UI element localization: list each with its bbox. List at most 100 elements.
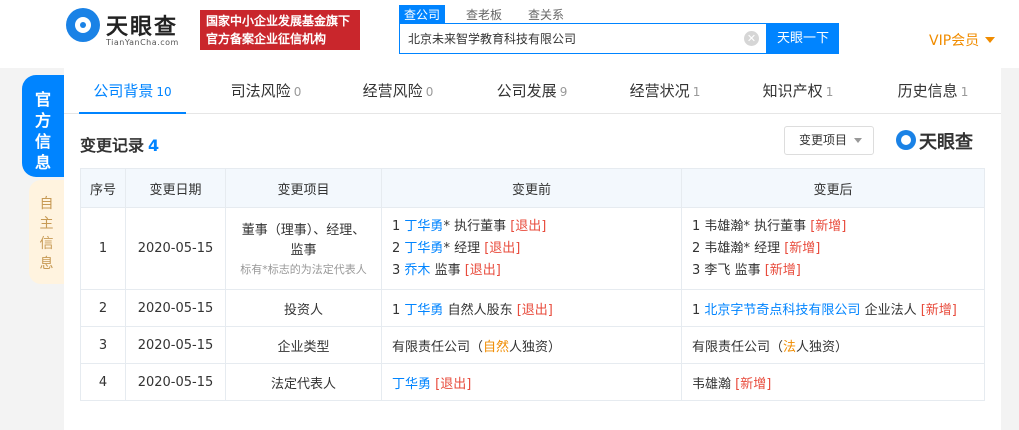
tab-count: 10 (156, 85, 172, 99)
entry-role: * 经理 (743, 240, 781, 256)
section-title-text: 变更记录 (80, 136, 145, 155)
new-tag: [新增] (764, 262, 801, 278)
company-link[interactable]: 北京字节奇点科技有限公司 (704, 303, 860, 318)
table-row: 2 2020-05-15 投资人 1 丁华勇 自然人股东 [退出] 1 北京字节… (80, 289, 985, 327)
search-input[interactable] (408, 24, 738, 53)
change-date: 2020-05-15 (125, 207, 226, 290)
change-item: 董事（理事）、经理、监事 标有*标志的为法定代表人 (225, 207, 382, 290)
tab-history-info[interactable]: 历史信息 1 (865, 68, 1001, 114)
main-content: 公司背景 10 司法风险 0 经营风险 0 公司发展 9 经营状况 1 知识产权 1 历史信… (64, 68, 1001, 430)
tab-intellectual-property[interactable]: 知识产权 1 (731, 68, 865, 114)
person-link[interactable]: 丁华勇 (392, 377, 431, 392)
after-cell: 1 北京字节奇点科技有限公司 企业法人 [新增] (681, 289, 985, 327)
new-tag: [新增] (810, 218, 847, 234)
banner-line-2: 官方备案企业征信机构 (206, 32, 327, 46)
tab-label: 司法风险 (230, 82, 291, 100)
logo-domain: TianYanCha.com (106, 38, 179, 47)
search-box: ✕ (399, 23, 767, 54)
row-number: 2 (80, 289, 126, 327)
search-tab-relation[interactable]: 查关系 (523, 5, 569, 24)
change-record-table: 序号 变更日期 变更项目 变更前 变更后 1 2020-05-15 董事（理事）… (80, 168, 985, 401)
tab-count: 0 (293, 85, 302, 99)
entry-index: 1 (392, 218, 401, 234)
row-number: 1 (80, 207, 126, 290)
entry-index: 3 (392, 262, 401, 278)
vip-label: VIP会员 (929, 33, 980, 49)
after-entry: 1 韦雄瀚* 执行董事 [新增] (692, 216, 974, 238)
tab-label: 经营风险 (362, 82, 423, 100)
diff-highlight: 法 (783, 339, 797, 355)
section-title: 变更记录 4 (80, 132, 159, 156)
person-link[interactable]: 乔木 (404, 263, 430, 278)
caret-down-icon (985, 37, 996, 43)
side-tab-official-info[interactable]: 官方信息 (22, 75, 64, 177)
after-cell: 韦雄瀚 [新增] (681, 363, 985, 401)
after-entry: 3 李飞 监事 [新增] (692, 260, 974, 282)
exit-tag: [退出] (516, 302, 553, 318)
new-tag: [新增] (784, 240, 821, 256)
exit-tag: [退出] (484, 240, 521, 256)
exit-tag: [退出] (435, 376, 472, 392)
side-tab-self-label: 自主信息 (39, 196, 54, 272)
table-header-row: 序号 变更日期 变更项目 变更前 变更后 (80, 168, 985, 208)
side-tab-official-label: 官方信息 (34, 90, 51, 172)
banner-line-1: 国家中小企业发展基金旗下 (206, 14, 351, 28)
exit-tag: [退出] (510, 218, 547, 234)
value-text: 有限责任公司（ (692, 339, 784, 355)
header-cell: 变更项目 (225, 168, 382, 208)
change-item-text: 董事（理事）、经理、监事 (241, 222, 366, 258)
change-item: 法定代表人 (225, 363, 382, 401)
person-name: 韦雄瀚 (704, 240, 744, 256)
change-item-note: 标有*标志的为法定代表人 (240, 262, 367, 276)
side-tab-self-info[interactable]: 自主信息 (29, 180, 64, 284)
search-type-tabs: 查公司 查老板 查关系 (399, 5, 585, 24)
person-link[interactable]: 丁华勇 (404, 303, 443, 318)
entry-role: * 执行董事 (743, 218, 807, 234)
entry-index: 2 (692, 240, 701, 256)
entry-role: 自然人股东 (443, 302, 513, 318)
vip-menu[interactable]: VIP会员 (929, 30, 996, 50)
tianyancha-logo[interactable]: 天眼查 TianYanCha.com (66, 8, 196, 48)
person-link[interactable]: 丁华勇 (404, 219, 443, 234)
exit-tag: [退出] (464, 262, 501, 278)
person-link[interactable]: 丁华勇 (404, 241, 443, 256)
before-cell: 1 丁华勇* 执行董事 [退出] 2 丁华勇* 经理 [退出] 3 乔木 监事 … (381, 207, 682, 290)
tab-label: 知识产权 (762, 82, 823, 100)
value-text: 人独资） (796, 339, 849, 355)
value-text: 有限责任公司（ (392, 339, 484, 355)
row-number: 4 (80, 363, 126, 401)
tab-operating-status[interactable]: 经营状况 1 (599, 68, 731, 114)
logo-eye-icon (66, 8, 100, 42)
watermark-text: 天眼查 (919, 132, 973, 153)
section-count: 4 (148, 136, 160, 155)
search-button[interactable]: 天眼一下 (767, 23, 839, 54)
tab-count: 1 (825, 85, 834, 99)
person-name: 韦雄瀚 (692, 376, 732, 392)
search-tab-boss[interactable]: 查老板 (461, 5, 507, 24)
diff-highlight: 自然 (483, 339, 510, 355)
tab-label: 经营状况 (629, 82, 690, 100)
entry-index: 2 (392, 240, 401, 256)
change-date: 2020-05-15 (125, 363, 226, 401)
tab-label: 历史信息 (897, 82, 958, 100)
tab-company-background[interactable]: 公司背景 10 (64, 68, 201, 114)
search-tab-company[interactable]: 查公司 (399, 5, 446, 24)
entry-role: 企业法人 (860, 302, 917, 318)
new-tag: [新增] (735, 376, 772, 392)
tab-label: 公司背景 (93, 82, 154, 100)
tab-label: 公司发展 (496, 82, 557, 100)
tab-company-development[interactable]: 公司发展 9 (465, 68, 599, 114)
change-item-filter[interactable]: 变更项目 (784, 126, 874, 155)
tab-business-risk[interactable]: 经营风险 0 (331, 68, 465, 114)
header-cell: 变更日期 (125, 168, 226, 208)
table-row: 1 2020-05-15 董事（理事）、经理、监事 标有*标志的为法定代表人 1… (80, 207, 985, 290)
caret-down-icon (854, 138, 862, 143)
tab-count: 1 (960, 85, 969, 99)
before-cell: 1 丁华勇 自然人股东 [退出] (381, 289, 682, 327)
clear-icon[interactable]: ✕ (744, 31, 759, 46)
before-cell: 有限责任公司（自然人独资） (381, 326, 682, 364)
after-entry: 2 韦雄瀚* 经理 [新增] (692, 238, 974, 260)
person-name: 李飞 (704, 262, 731, 278)
before-entry: 1 丁华勇* 执行董事 [退出] (392, 216, 671, 238)
tab-legal-risk[interactable]: 司法风险 0 (201, 68, 331, 114)
